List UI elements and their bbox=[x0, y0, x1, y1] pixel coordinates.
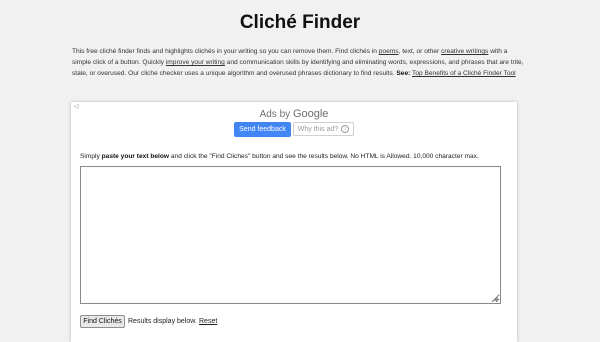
why-this-ad-button[interactable]: Why this ad? i bbox=[293, 122, 354, 136]
resize-handle-icon[interactable]: ◢ bbox=[493, 296, 499, 302]
poems-link[interactable]: poems bbox=[379, 48, 399, 55]
see-label: See: bbox=[396, 70, 411, 77]
text-input-area[interactable] bbox=[80, 166, 501, 304]
instructions: Simply paste your text below and click t… bbox=[80, 152, 510, 161]
reset-link[interactable]: Reset bbox=[199, 318, 217, 325]
instructions-bold: paste your text below bbox=[101, 153, 170, 160]
google-wordmark: Google bbox=[292, 108, 329, 120]
instructions-text: Simply bbox=[80, 153, 102, 160]
tool-card: ◁ Ads by Google Send feedback Why this a… bbox=[71, 102, 517, 342]
results-note: Results display below. bbox=[128, 318, 197, 325]
intro-paragraph: This free cliché finder finds and highli… bbox=[72, 46, 524, 79]
ads-by-google: Ads by Google bbox=[71, 108, 517, 120]
improve-writing-link[interactable]: improve your writing bbox=[166, 59, 225, 66]
send-feedback-button[interactable]: Send feedback bbox=[234, 122, 291, 137]
instructions-text: and click the "Find Cliches" button and … bbox=[169, 153, 479, 160]
find-cliches-button[interactable]: Find Clichés bbox=[80, 315, 125, 328]
why-this-ad-label: Why this ad? bbox=[297, 126, 339, 133]
intro-text: , text, or other bbox=[398, 48, 442, 55]
top-benefits-link[interactable]: Top Benefits of a Cliché Finder Tool bbox=[412, 70, 516, 77]
page-title: Cliché Finder bbox=[239, 12, 361, 33]
creative-writings-link[interactable]: creative writings bbox=[441, 48, 488, 55]
intro-text: This free cliché finder finds and highli… bbox=[72, 48, 379, 55]
info-icon: i bbox=[341, 125, 350, 134]
ads-by-label: Ads by bbox=[259, 109, 291, 120]
